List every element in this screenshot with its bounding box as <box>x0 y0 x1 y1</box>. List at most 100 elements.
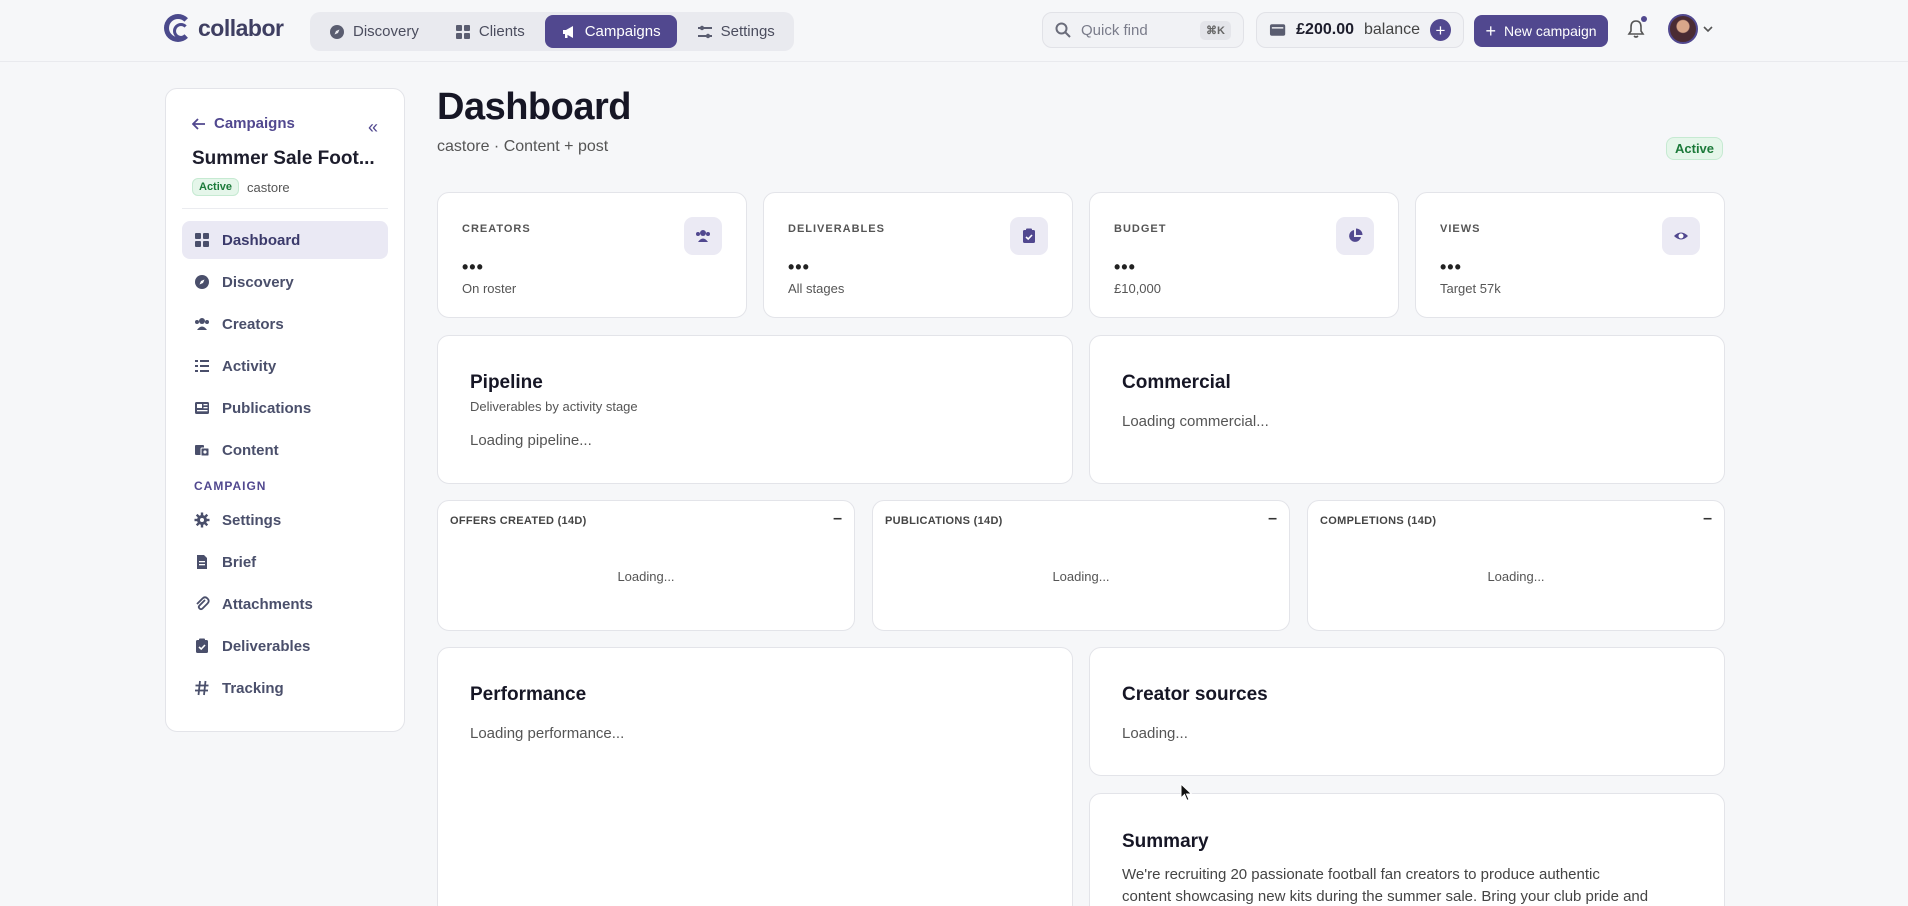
sidebar-item-attachments[interactable]: Attachments <box>182 585 388 623</box>
quick-find-input[interactable]: Quick find ⌘K <box>1042 12 1244 48</box>
sidebar-item-discovery[interactable]: Discovery <box>182 263 388 301</box>
stat-value: ••• <box>788 257 810 277</box>
pipeline-card: Pipeline Deliverables by activity stage … <box>437 335 1073 484</box>
collapse-sidebar-icon[interactable]: « <box>368 117 378 138</box>
notification-dot <box>1641 16 1647 22</box>
publications-card: PUBLICATIONS (14D) – Loading... <box>872 500 1290 631</box>
sidebar-item-label: Brief <box>222 553 257 571</box>
card-title: Pipeline <box>470 372 543 393</box>
main-nav: Discovery Clients Campaigns Settings <box>310 12 794 51</box>
sidebar-item-label: Attachments <box>222 595 313 613</box>
stat-label: DELIVERABLES <box>788 223 885 235</box>
nav-tab-discovery[interactable]: Discovery <box>313 15 435 48</box>
list-icon <box>195 360 209 372</box>
new-campaign-label: New campaign <box>1503 23 1597 39</box>
users-icon <box>684 217 722 255</box>
card-title: OFFERS CREATED (14D) <box>450 515 587 527</box>
balance-widget[interactable]: £200.00 balance + <box>1256 12 1464 48</box>
users-icon <box>195 318 209 330</box>
top-bar: collabor Discovery Clients Campaigns Set… <box>0 0 1908 62</box>
stat-label: VIEWS <box>1440 223 1481 235</box>
arrow-left-icon <box>192 117 205 130</box>
page-subtitle: castore · Content + post <box>437 138 609 155</box>
sidebar-item-content[interactable]: Content <box>182 431 388 469</box>
collapse-icon[interactable]: – <box>833 510 842 528</box>
loading-text: Loading commercial... <box>1122 413 1269 430</box>
offers-created-card: OFFERS CREATED (14D) – Loading... <box>437 500 855 631</box>
card-title: COMPLETIONS (14D) <box>1320 515 1437 527</box>
new-campaign-button[interactable]: + New campaign <box>1474 15 1608 47</box>
stat-card-views: VIEWS ••• Target 57k <box>1415 192 1725 318</box>
card-title: Summary <box>1122 831 1209 852</box>
eye-icon <box>1662 217 1700 255</box>
shortcut-hint: ⌘K <box>1200 20 1231 40</box>
sidebar-item-label: Discovery <box>222 273 294 291</box>
nav-tab-campaigns[interactable]: Campaigns <box>544 15 677 48</box>
hashtag-icon <box>195 680 209 696</box>
loading-text: Loading... <box>617 569 675 584</box>
grid-icon <box>455 24 470 39</box>
nav-tab-label: Discovery <box>353 23 419 40</box>
mouse-cursor-icon <box>1180 783 1193 802</box>
stat-subtext: All stages <box>788 281 845 296</box>
megaphone-icon <box>562 25 573 38</box>
stat-value: ••• <box>1440 257 1462 277</box>
sidebar-item-dashboard[interactable]: Dashboard <box>182 221 388 259</box>
loading-text: Loading... <box>1052 569 1110 584</box>
status-badge: Active <box>1666 137 1724 160</box>
photo-video-icon <box>195 445 210 457</box>
stat-label: CREATORS <box>462 223 531 235</box>
sidebar-item-label: Settings <box>222 511 282 529</box>
campaign-meta: Active castore <box>182 178 388 196</box>
add-funds-button[interactable]: + <box>1430 19 1451 41</box>
stat-card-creators: CREATORS ••• On roster <box>437 192 747 318</box>
compass-icon <box>195 275 209 289</box>
stat-card-deliverables: DELIVERABLES ••• All stages <box>763 192 1073 318</box>
logo-text: collabor <box>198 14 284 41</box>
nav-tab-clients[interactable]: Clients <box>439 15 541 48</box>
sidebar-item-label: Activity <box>222 357 277 375</box>
nav-tab-label: Clients <box>478 23 525 40</box>
collapse-icon[interactable]: – <box>1268 510 1277 528</box>
logo[interactable]: collabor <box>164 14 284 42</box>
card-title: Performance <box>470 684 587 705</box>
sidebar-item-brief[interactable]: Brief <box>182 543 388 581</box>
balance-label: balance <box>1364 21 1421 38</box>
page-title: Dashboard <box>437 86 631 128</box>
sidebar-item-settings[interactable]: Settings <box>182 501 388 539</box>
quick-find-placeholder: Quick find <box>1081 21 1148 39</box>
collapse-icon[interactable]: – <box>1703 510 1712 528</box>
pie-chart-icon <box>1336 217 1374 255</box>
stat-subtext: Target 57k <box>1440 281 1501 296</box>
card-title: Creator sources <box>1122 684 1268 705</box>
logo-mark-icon <box>164 14 192 42</box>
nav-tab-label: Campaigns <box>584 23 661 40</box>
sidebar-item-label: Content <box>222 441 279 459</box>
card-subtitle: Deliverables by activity stage <box>470 399 638 414</box>
newspaper-icon <box>195 402 209 414</box>
gear-icon <box>194 512 210 528</box>
sidebar-item-tracking[interactable]: Tracking <box>182 669 388 707</box>
nav-tab-label: Settings <box>720 23 775 40</box>
balance-amount: £200.00 <box>1296 21 1354 38</box>
clipboard-check-icon <box>1010 217 1048 255</box>
performance-card: Performance Loading performance... <box>437 647 1073 906</box>
sidebar-item-activity[interactable]: Activity <box>182 347 388 385</box>
campaign-sidebar: Campaigns « Summer Sale Foot... Active c… <box>165 88 405 732</box>
sidebar-item-label: Creators <box>222 315 284 333</box>
nav-tab-settings[interactable]: Settings <box>681 15 791 48</box>
wallet-icon <box>1269 24 1286 36</box>
stat-card-budget: BUDGET ••• £10,000 <box>1089 192 1399 318</box>
clipboard-check-icon <box>196 638 208 653</box>
stat-label: BUDGET <box>1114 223 1167 235</box>
chevron-down-icon <box>1703 26 1713 33</box>
grid-icon <box>195 233 209 247</box>
sidebar-item-deliverables[interactable]: Deliverables <box>182 627 388 665</box>
avatar <box>1668 14 1698 44</box>
back-to-campaigns-link[interactable]: Campaigns <box>182 115 388 132</box>
sidebar-item-publications[interactable]: Publications <box>182 389 388 427</box>
completions-card: COMPLETIONS (14D) – Loading... <box>1307 500 1725 631</box>
account-menu[interactable] <box>1668 14 1714 44</box>
sidebar-item-creators[interactable]: Creators <box>182 305 388 343</box>
paperclip-icon <box>196 596 210 611</box>
